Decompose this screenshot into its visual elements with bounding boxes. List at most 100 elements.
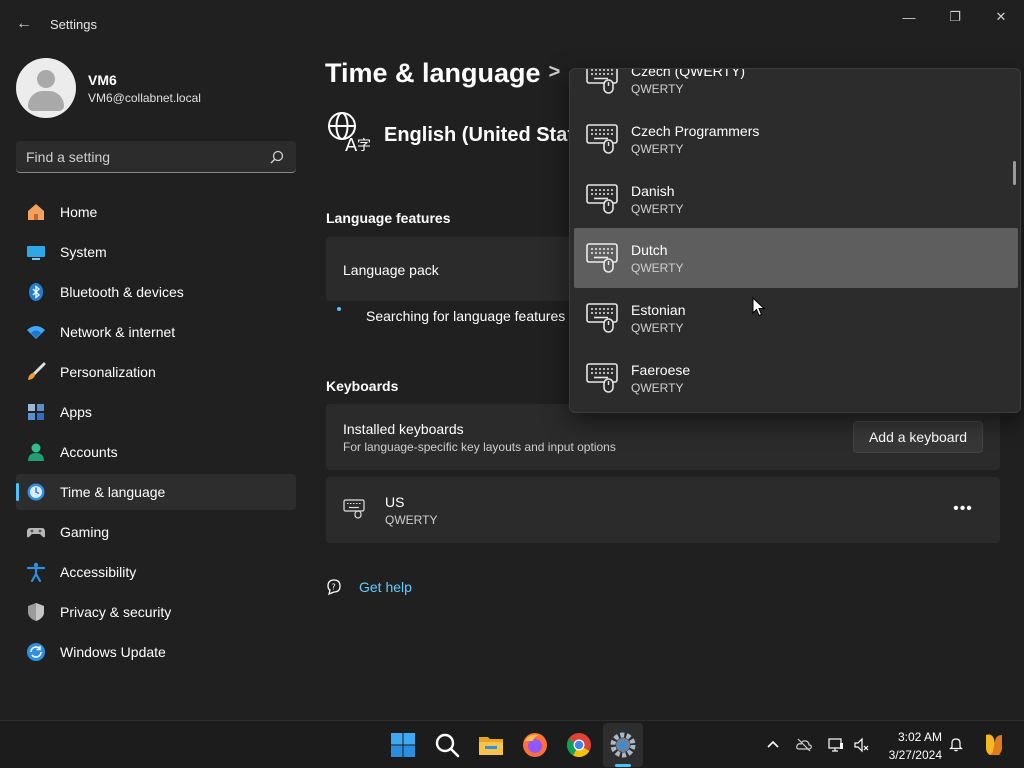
clock-date[interactable]: 3/27/2024: [882, 748, 942, 762]
more-options-button[interactable]: •••: [948, 496, 978, 522]
keyboard-name: US: [385, 494, 405, 510]
keyboard-icon: [586, 69, 618, 94]
title-bar: ← Settings — ❐ ✕: [0, 0, 1024, 48]
sidebar-item-system[interactable]: System: [16, 234, 296, 270]
sidebar-item-time-language[interactable]: Time & language: [16, 474, 296, 510]
dropdown-item-name: Czech Programmers: [631, 123, 760, 139]
dropdown-item-layout: QWERTY: [631, 82, 684, 96]
add-keyboard-button[interactable]: Add a keyboard: [853, 421, 983, 453]
sidebar-item-network[interactable]: Network & internet: [16, 314, 296, 350]
dropdown-item-hovered[interactable]: Dutch QWERTY: [574, 228, 1018, 288]
dropdown-item[interactable]: Faeroese QWERTY: [574, 348, 1018, 408]
sidebar-item-label: Time & language: [60, 484, 166, 500]
home-icon: [28, 204, 44, 220]
sidebar-item-apps[interactable]: Apps: [16, 394, 296, 430]
sidebar-item-label: Network & internet: [60, 324, 176, 340]
sidebar-nav: Home System Bluetooth & devices Network …: [16, 194, 296, 674]
keyboard-layout-dropdown[interactable]: Czech (QWERTY) QWERTY Czech Programmers …: [569, 68, 1021, 413]
sidebar-item-label: Accounts: [60, 444, 118, 460]
dropdown-item-layout: QWERTY: [631, 261, 684, 275]
dropdown-scrollbar[interactable]: [1013, 161, 1016, 185]
dropdown-item[interactable]: Czech Programmers QWERTY: [574, 109, 1018, 169]
language-icon: A 字: [328, 112, 370, 154]
dropdown-item-layout: QWERTY: [631, 381, 684, 395]
keyboard-icon: [586, 184, 618, 214]
close-button[interactable]: ✕: [978, 4, 1024, 30]
sidebar-item-label: Apps: [60, 404, 92, 420]
sidebar-item-accessibility[interactable]: Accessibility: [16, 554, 296, 590]
copilot-icon[interactable]: [980, 731, 1008, 759]
dropdown-item[interactable]: Czech (QWERTY) QWERTY: [574, 68, 1018, 109]
sidebar-item-label: Personalization: [60, 364, 156, 380]
language-features-heading: Language features: [326, 210, 451, 226]
sidebar-item-home[interactable]: Home: [16, 194, 296, 230]
language-title: English (United State: [384, 124, 586, 146]
dropdown-item-name: Czech (QWERTY): [631, 68, 746, 79]
keyboards-heading: Keyboards: [326, 378, 399, 394]
shield-icon: [28, 603, 44, 621]
back-button[interactable]: ←: [12, 12, 36, 36]
sidebar-item-label: Home: [60, 204, 98, 220]
settings-search: [16, 141, 296, 173]
avatar: [16, 58, 76, 118]
back-arrow-icon: ←: [16, 15, 32, 32]
dropdown-item-name: Danish: [631, 183, 675, 199]
notification-bell-icon[interactable]: [948, 736, 964, 752]
sidebar-item-label: Accessibility: [60, 564, 137, 580]
breadcrumb-root[interactable]: Time & language: [325, 58, 541, 88]
clock-time[interactable]: 3:02 AM: [882, 730, 942, 744]
app-title: Settings: [50, 17, 97, 32]
keyboard-icon: [586, 124, 618, 154]
start-icon[interactable]: [389, 731, 417, 759]
language-pack-label: Language pack: [343, 262, 439, 278]
sidebar-item-windows-update[interactable]: Windows Update: [16, 634, 296, 670]
firefox-icon[interactable]: [521, 731, 549, 759]
bluetooth-icon: [29, 283, 43, 301]
sidebar-item-privacy[interactable]: Privacy & security: [16, 594, 296, 630]
help-icon: ?: [327, 579, 341, 596]
sidebar-item-gaming[interactable]: Gaming: [16, 514, 296, 550]
sidebar-item-personalization[interactable]: Personalization: [16, 354, 296, 390]
dropdown-item-name: Dutch: [631, 242, 668, 258]
volume-icon[interactable]: [853, 737, 869, 753]
wifi-icon: [27, 326, 45, 339]
close-icon: ✕: [995, 9, 1007, 24]
sidebar-item-accounts[interactable]: Accounts: [16, 434, 296, 470]
apps-icon: [28, 404, 44, 420]
chrome-icon[interactable]: [565, 731, 593, 759]
dropdown-item-layout: QWERTY: [631, 142, 684, 156]
installed-keyboards-title: Installed keyboards: [343, 421, 464, 437]
update-icon: [27, 643, 45, 661]
dropdown-item[interactable]: Estonian QWERTY: [574, 288, 1018, 348]
keyboard-entry-card: US QWERTY: [326, 477, 1000, 543]
sidebar-item-label: System: [60, 244, 107, 260]
minimize-button[interactable]: —: [886, 4, 932, 30]
brush-icon: [28, 362, 46, 380]
keyboard-icon: [586, 363, 618, 393]
search-icon[interactable]: [270, 150, 284, 164]
settings-icon[interactable]: [609, 731, 637, 759]
minimize-icon: —: [902, 9, 916, 25]
dropdown-item-name: Estonian: [631, 302, 686, 318]
file-explorer-icon[interactable]: [477, 731, 505, 759]
system-icon: [27, 246, 45, 260]
dropdown-item-name: Faeroese: [631, 362, 691, 378]
network-icon[interactable]: [828, 737, 844, 753]
restore-icon: ❐: [949, 9, 961, 24]
search-input[interactable]: [26, 141, 266, 172]
sidebar-item-bluetooth[interactable]: Bluetooth & devices: [16, 274, 296, 310]
accounts-icon: [28, 443, 44, 461]
search-icon[interactable]: [433, 731, 461, 759]
svg-text:字: 字: [357, 138, 370, 154]
searching-status: Searching for language features: [366, 308, 566, 324]
dropdown-item[interactable]: Danish QWERTY: [574, 169, 1018, 229]
sidebar-item-label: Bluetooth & devices: [60, 284, 184, 300]
onedrive-icon[interactable]: [796, 737, 812, 753]
profile-email: VM6@collabnet.local: [88, 91, 201, 105]
active-app-indicator: [615, 764, 631, 767]
time-language-icon: [27, 483, 45, 501]
progress-spinner: [337, 307, 341, 311]
keyboard-icon: [343, 499, 365, 519]
chevron-up-icon[interactable]: [765, 737, 781, 753]
maximize-button[interactable]: ❐: [932, 4, 978, 30]
